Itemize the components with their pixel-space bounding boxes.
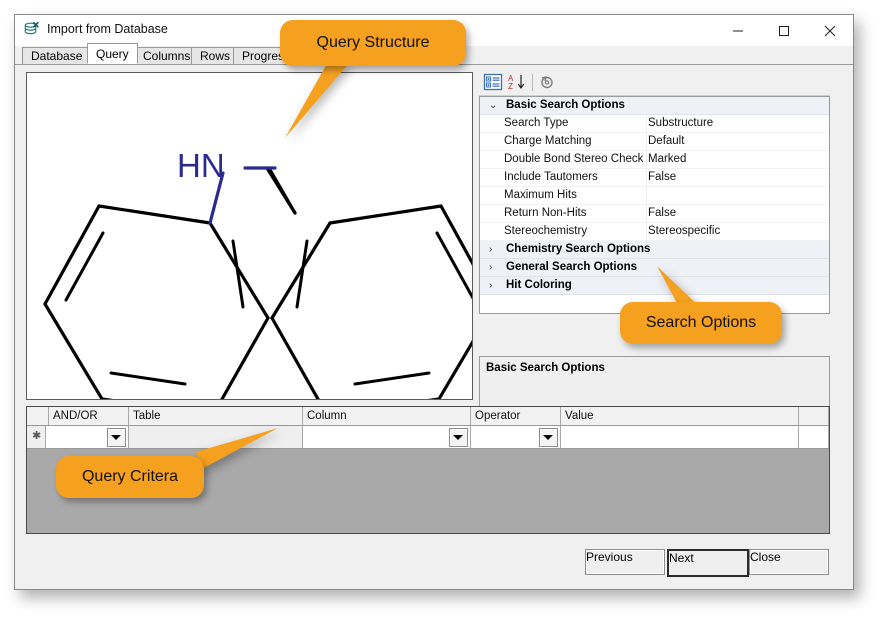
- query-structure-panel[interactable]: HN: [26, 72, 473, 400]
- callout-text: Query Structure: [317, 34, 430, 52]
- callout-text: Search Options: [646, 314, 756, 332]
- criteria-new-row[interactable]: ✱: [27, 426, 829, 449]
- property-row-stereochemistry[interactable]: Stereochemistry Stereospecific: [480, 223, 829, 241]
- callout-search-options: Search Options: [620, 302, 782, 344]
- chevron-down-icon: [453, 435, 463, 440]
- close-button[interactable]: Close: [749, 549, 829, 575]
- and-or-dropdown-button[interactable]: [107, 428, 126, 447]
- category-label: Hit Coloring: [506, 279, 572, 291]
- property-name: Charge Matching: [504, 133, 644, 150]
- cell-trailing[interactable]: [799, 426, 829, 448]
- callout-query-structure: Query Structure: [280, 20, 466, 66]
- chevron-down-icon: ⌄: [489, 97, 497, 114]
- chevron-down-icon: [111, 435, 121, 440]
- criteria-header-rowmark: [27, 407, 49, 425]
- property-value[interactable]: Marked: [648, 151, 825, 168]
- query-structure-sketch: HN: [27, 73, 472, 399]
- reset-icon[interactable]: [537, 73, 559, 93]
- property-name: Search Type: [504, 115, 644, 132]
- property-grid-toolbar: A Z: [479, 70, 830, 96]
- property-value[interactable]: False: [648, 205, 825, 222]
- property-row-include-tautomers[interactable]: Include Tautomers False: [480, 169, 829, 187]
- tab-columns[interactable]: Columns: [134, 47, 199, 64]
- minimize-icon[interactable]: [715, 15, 761, 46]
- callout-tail-query-structure: [270, 60, 400, 140]
- criteria-header-value[interactable]: Value: [561, 407, 799, 425]
- callout-query-criteria: Query Critera: [56, 456, 204, 498]
- category-label: Basic Search Options: [506, 99, 625, 111]
- property-value[interactable]: Stereospecific: [648, 223, 825, 240]
- tab-rows[interactable]: Rows: [191, 47, 239, 64]
- close-icon[interactable]: [807, 15, 853, 46]
- database-x-icon: [23, 21, 41, 39]
- property-name: Return Non-Hits: [504, 205, 644, 222]
- chevron-down-icon: [543, 435, 553, 440]
- property-name: Maximum Hits: [504, 187, 644, 204]
- property-name: Include Tautomers: [504, 169, 644, 186]
- property-row-maximum-hits[interactable]: Maximum Hits: [480, 187, 829, 205]
- svg-text:Z: Z: [508, 82, 513, 91]
- property-row-search-type[interactable]: Search Type Substructure: [480, 115, 829, 133]
- criteria-header-table[interactable]: Table: [129, 407, 303, 425]
- chevron-right-icon: ›: [489, 241, 492, 258]
- criteria-header-row: AND/OR Table Column Operator Value: [27, 407, 829, 426]
- callout-text: Query Critera: [82, 468, 178, 486]
- property-value[interactable]: Default: [648, 133, 825, 150]
- tab-query[interactable]: Query: [87, 43, 138, 64]
- toolbar-separator: [532, 74, 533, 91]
- category-label: General Search Options: [506, 261, 637, 273]
- cell-and-or[interactable]: [49, 426, 129, 448]
- operator-dropdown-button[interactable]: [539, 428, 558, 447]
- category-label: Chemistry Search Options: [506, 243, 650, 255]
- property-value[interactable]: False: [648, 169, 825, 186]
- row-marker: ✱: [27, 426, 46, 448]
- criteria-header-operator[interactable]: Operator: [471, 407, 561, 425]
- window-title: Import from Database: [47, 22, 168, 36]
- criteria-header-trailing: [799, 407, 829, 425]
- next-button[interactable]: Next: [667, 549, 749, 577]
- property-description-title: Basic Search Options: [480, 357, 829, 374]
- maximize-icon[interactable]: [761, 15, 807, 46]
- criteria-header-and-or[interactable]: AND/OR: [49, 407, 129, 425]
- property-row-charge-matching[interactable]: Charge Matching Default: [480, 133, 829, 151]
- property-row-return-non-hits[interactable]: Return Non-Hits False: [480, 205, 829, 223]
- property-name: Double Bond Stereo Check: [504, 151, 644, 168]
- cell-column[interactable]: [303, 426, 471, 448]
- atom-label-hn: HN: [177, 147, 225, 184]
- categorized-icon[interactable]: [483, 73, 505, 93]
- property-name: Stereochemistry: [504, 223, 644, 240]
- cell-operator[interactable]: [471, 426, 561, 448]
- property-value[interactable]: Substructure: [648, 115, 825, 132]
- tab-database[interactable]: Database: [22, 47, 91, 64]
- search-options-panel: A Z ⌄ Basic Search Options: [479, 70, 830, 400]
- property-row-double-bond-stereo-check[interactable]: Double Bond Stereo Check Marked: [480, 151, 829, 169]
- column-dropdown-button[interactable]: [449, 428, 468, 447]
- criteria-header-column[interactable]: Column: [303, 407, 471, 425]
- sort-az-icon[interactable]: A Z: [507, 73, 529, 93]
- property-category-chemistry[interactable]: › Chemistry Search Options: [480, 241, 829, 259]
- new-row-asterisk-icon: ✱: [32, 432, 40, 440]
- previous-button[interactable]: Previous: [585, 549, 665, 575]
- cell-value[interactable]: [561, 426, 799, 448]
- chevron-right-icon: ›: [489, 277, 492, 294]
- chevron-right-icon: ›: [489, 259, 492, 276]
- property-category-basic[interactable]: ⌄ Basic Search Options: [480, 97, 829, 115]
